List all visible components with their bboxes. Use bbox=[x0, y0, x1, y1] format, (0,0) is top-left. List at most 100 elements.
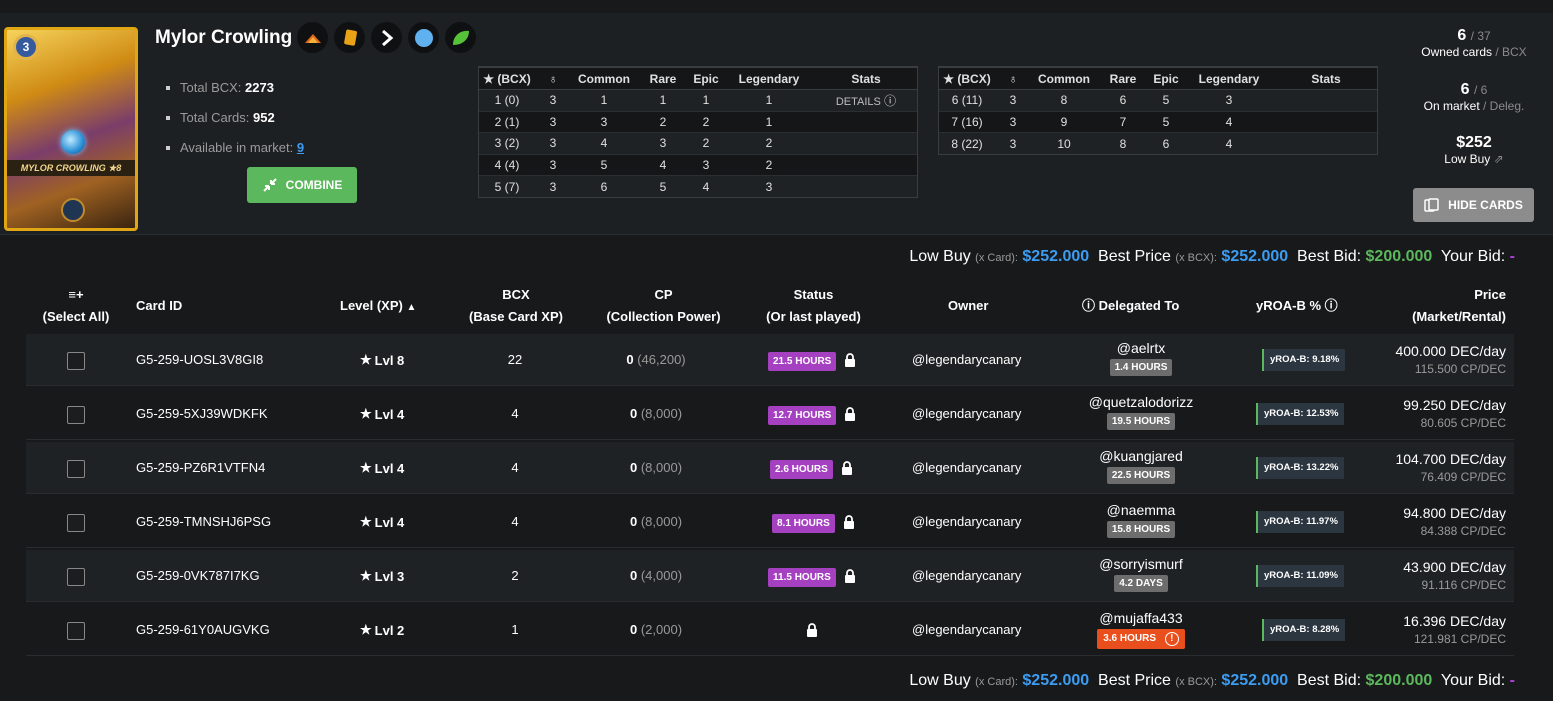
card-id[interactable]: G5-259-61Y0AUGVKG bbox=[136, 622, 270, 637]
card-id[interactable]: G5-259-UOSL3V8GI8 bbox=[136, 352, 263, 367]
yroa-badge: yROA-B: 11.97% bbox=[1256, 511, 1344, 533]
delegated-user[interactable]: @mujaffa433 bbox=[1066, 610, 1216, 626]
level-cell: ★ Lvl 4 bbox=[360, 514, 404, 530]
row-checkbox[interactable] bbox=[67, 406, 85, 424]
delegated-user[interactable]: @aelrtx bbox=[1066, 340, 1216, 356]
delegated-user[interactable]: @kuangjared bbox=[1066, 448, 1216, 464]
level-value: Lvl 4 bbox=[374, 406, 405, 422]
table-row[interactable]: G5-259-0VK787I7KG ★ Lvl 3 2 0 (4,000) 11.… bbox=[26, 550, 1514, 602]
common-header: Common bbox=[1031, 67, 1097, 90]
owner-link[interactable]: @legendarycanary bbox=[912, 568, 1021, 583]
level-cell: 7 (16) bbox=[939, 110, 995, 133]
bcx-value: 4 bbox=[511, 514, 519, 529]
rare-header: Rare bbox=[1097, 67, 1149, 90]
level-cell: 3 bbox=[995, 110, 1031, 133]
legendary-header: Legendary bbox=[1183, 67, 1275, 90]
cp-cell: 0 (8,000) bbox=[586, 460, 726, 475]
delegated-user[interactable]: @naemma bbox=[1066, 502, 1216, 518]
cp-per-dec: 84.388 CP/DEC bbox=[1420, 524, 1506, 538]
stats-cell[interactable]: DETAILS ⓘ bbox=[815, 89, 917, 111]
lock-icon bbox=[844, 568, 856, 586]
level-header[interactable]: Level (XP) ▲ bbox=[340, 295, 416, 319]
price-cell: 16.396 DEC/day 121.981 CP/DEC bbox=[1403, 613, 1506, 646]
owner-link[interactable]: @legendarycanary bbox=[912, 622, 1021, 637]
price-cell: 400.000 DEC/day 115.500 CP/DEC bbox=[1395, 343, 1506, 376]
cp-col-header: CP (Collection Power) bbox=[606, 287, 721, 324]
warning-icon: ! bbox=[1164, 632, 1179, 646]
row-checkbox[interactable] bbox=[67, 622, 85, 640]
card-id[interactable]: G5-259-PZ6R1VTFN4 bbox=[136, 460, 265, 475]
help-icon[interactable]: ⓘ bbox=[1325, 298, 1338, 313]
table-row[interactable]: G5-259-PZ6R1VTFN4 ★ Lvl 4 4 0 (8,000) 2.6… bbox=[26, 442, 1514, 494]
level-cell: ★ Lvl 8 bbox=[360, 352, 404, 368]
level-cell: ★ Lvl 2 bbox=[360, 622, 404, 638]
level-cell: 6 bbox=[1097, 89, 1149, 111]
stats-cell bbox=[815, 110, 917, 133]
row-checkbox[interactable] bbox=[67, 568, 85, 586]
rare-header: Rare bbox=[637, 67, 689, 90]
level-cell: 1 bbox=[637, 89, 689, 111]
lock-icon bbox=[843, 514, 855, 532]
level-cell: 3 bbox=[535, 132, 571, 154]
level-cell: 6 (11) bbox=[939, 89, 995, 111]
delegated-user[interactable]: @quetzalodorizz bbox=[1066, 394, 1216, 410]
table-row[interactable]: G5-259-5XJ39WDKFK ★ Lvl 4 4 0 (8,000) 12.… bbox=[26, 388, 1514, 440]
external-link-icon[interactable]: ⇗ bbox=[1494, 152, 1504, 166]
lock-icon bbox=[841, 460, 853, 478]
epic-header: Epic bbox=[1149, 67, 1183, 90]
table-row[interactable]: G5-259-61Y0AUGVKG ★ Lvl 2 1 0 (2,000) @le… bbox=[26, 604, 1514, 656]
hide-cards-button[interactable]: HIDE CARDS bbox=[1413, 188, 1534, 222]
delegated-user[interactable]: @sorryismurf bbox=[1066, 556, 1216, 572]
combine-button[interactable]: COMBINE bbox=[247, 167, 357, 203]
delegation-time: 15.8 HOURS bbox=[1111, 524, 1171, 535]
select-all-header[interactable]: ≡+ (Select All) bbox=[26, 284, 126, 328]
card-art[interactable]: 3 MYLOR CROWLING ★8 bbox=[4, 27, 138, 231]
status-cell: 12.7 HOURS bbox=[768, 405, 856, 425]
price-value: 43.900 DEC/day bbox=[1403, 559, 1506, 575]
level-cell: 5 bbox=[571, 153, 637, 176]
delegation-time-badge: 1.4 HOURS bbox=[1109, 359, 1173, 376]
compress-icon bbox=[262, 178, 277, 192]
cp-cell: 0 (46,200) bbox=[586, 352, 726, 367]
delegation-time: 3.6 HOURS bbox=[1103, 633, 1156, 644]
total-cards-item: Total Cards: 952 bbox=[166, 110, 304, 140]
card-id[interactable]: G5-259-0VK787I7KG bbox=[136, 568, 260, 583]
card-id[interactable]: G5-259-5XJ39WDKFK bbox=[136, 406, 268, 421]
level-row: 1 (0) 3 1 1 1 1 DETAILS ⓘ bbox=[479, 89, 917, 111]
sort-up-icon[interactable]: ▲ bbox=[406, 302, 416, 313]
stats-cell bbox=[815, 175, 917, 197]
owner-link[interactable]: @legendarycanary bbox=[912, 460, 1021, 475]
cp-per-dec: 115.500 CP/DEC bbox=[1414, 362, 1506, 376]
owner-link[interactable]: @legendarycanary bbox=[912, 406, 1021, 421]
card-title: Mylor Crowling bbox=[155, 27, 293, 48]
star-icon: ★ bbox=[360, 406, 372, 421]
stats-header: Stats bbox=[1275, 67, 1377, 90]
level-row: 4 (4) 3 5 4 3 2 bbox=[479, 153, 917, 176]
level-row: 5 (7) 3 6 5 4 3 bbox=[479, 175, 917, 197]
stats-header: Stats bbox=[815, 67, 917, 90]
card-id[interactable]: G5-259-TMNSHJ6PSG bbox=[136, 514, 271, 529]
chevron-right-icon bbox=[371, 22, 402, 53]
help-icon[interactable]: ⓘ bbox=[1082, 298, 1095, 313]
owner-link[interactable]: @legendarycanary bbox=[912, 352, 1021, 367]
table-row[interactable]: G5-259-TMNSHJ6PSG ★ Lvl 4 4 0 (8,000) 8.1… bbox=[26, 496, 1514, 548]
star-icon: ★ bbox=[360, 568, 372, 583]
row-checkbox[interactable] bbox=[67, 460, 85, 478]
card-id-header[interactable]: Card ID bbox=[136, 295, 182, 317]
bcx-value: 22 bbox=[507, 352, 523, 367]
on-market-stat: 6 / 6 On market / Deleg. bbox=[1423, 81, 1525, 113]
level-cell: 4 bbox=[1183, 132, 1275, 154]
yroa-col-header: yROA-B % ⓘ bbox=[1256, 298, 1338, 313]
owner-link[interactable]: @legendarycanary bbox=[912, 514, 1021, 529]
level-cell: 2 bbox=[689, 110, 723, 133]
row-checkbox[interactable] bbox=[67, 352, 85, 370]
available-market-link[interactable]: 9 bbox=[297, 140, 304, 155]
details-link[interactable]: DETAILS bbox=[836, 96, 881, 108]
cp-potential: (8,000) bbox=[640, 460, 683, 475]
status-badge: 21.5 HOURS bbox=[768, 351, 837, 371]
table-row[interactable]: G5-259-UOSL3V8GI8 ★ Lvl 8 22 0 (46,200) 2… bbox=[26, 334, 1514, 386]
yroa-badge: yROA-B: 13.22% bbox=[1256, 457, 1345, 479]
level-cell: 4 bbox=[1183, 110, 1275, 133]
row-checkbox[interactable] bbox=[67, 514, 85, 532]
info-icon[interactable]: ⓘ bbox=[881, 94, 896, 108]
